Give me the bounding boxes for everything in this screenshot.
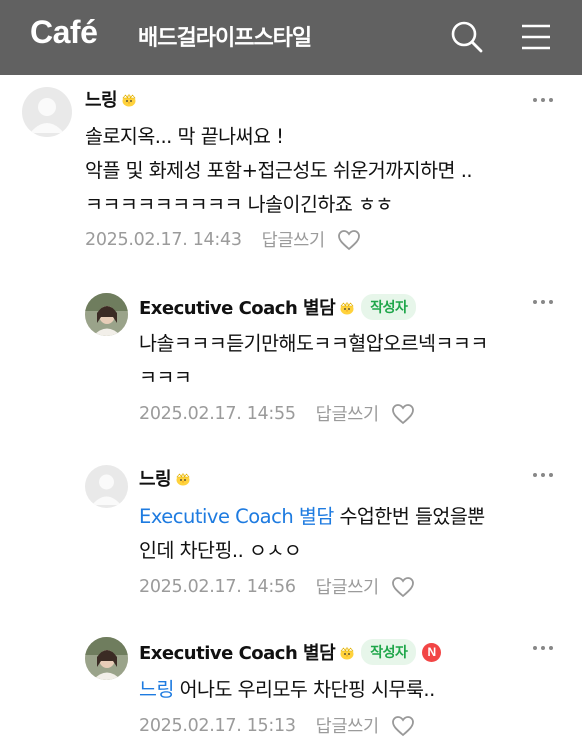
avatar[interactable]	[22, 87, 72, 137]
mention-link[interactable]: Executive Coach 별담	[139, 505, 334, 528]
hamburger-menu-icon	[522, 24, 550, 50]
reply-button[interactable]: 답글쓰기	[262, 227, 326, 252]
comment-line: Executive Coach 별담 수업한번 들었을뿐	[139, 500, 485, 534]
comment-text: 나솔ㅋㅋㅋ듣기만해도ㅋㅋ혈압오르넥ㅋㅋㅋ ㅋㅋㅋ	[139, 327, 488, 395]
comment-line-text: 수업한번 들었을뿐	[333, 505, 485, 528]
cafe-title[interactable]: 배드걸라이프스타일	[138, 20, 312, 52]
search-icon	[451, 21, 483, 53]
more-options-button[interactable]	[533, 300, 555, 306]
comment-date: 2025.02.17. 14:55	[139, 403, 296, 424]
comment-date: 2025.02.17. 14:43	[85, 229, 242, 250]
comment-text: 느링 어나도 우리모두 차단핑 시무룩..	[139, 673, 435, 707]
menu-button[interactable]	[516, 18, 556, 56]
reply-button[interactable]: 답글쓰기	[316, 401, 380, 426]
heart-icon[interactable]	[391, 403, 415, 425]
chick-level-icon	[176, 472, 190, 486]
comment-author[interactable]: 느링	[85, 86, 118, 112]
comment-line: 악플 및 화제성 포함+접근성도 쉬운거까지하면 ..	[85, 159, 473, 182]
comment-line: 인데 차단핑.. ㅇㅅㅇ	[139, 539, 302, 562]
comment-line: ㅋㅋㅋㅋㅋㅋㅋㅋㅋ 나솔이긴하죠 ㅎㅎ	[85, 193, 393, 216]
chick-level-icon	[122, 93, 136, 107]
app-header: Café 배드걸라이프스타일	[0, 0, 582, 75]
more-options-button[interactable]	[533, 98, 555, 104]
comment-author-row: Executive Coach 별담 작성자 N	[139, 639, 442, 665]
mention-link[interactable]: 느링	[139, 678, 174, 701]
comment-author-row: 느링	[85, 86, 137, 112]
more-options-button[interactable]	[533, 473, 555, 479]
avatar[interactable]	[85, 637, 128, 680]
reply-button[interactable]: 답글쓰기	[316, 574, 380, 599]
comment-author-row: 느링	[139, 465, 191, 491]
writer-badge: 작성자	[361, 639, 417, 665]
comment-line: 느링 어나도 우리모두 차단핑 시무룩..	[139, 673, 435, 707]
comment-author-row: Executive Coach 별담 작성자	[139, 294, 417, 320]
profile-photo	[85, 293, 128, 336]
profile-photo	[85, 637, 128, 680]
writer-badge: 작성자	[361, 294, 417, 320]
avatar[interactable]	[85, 465, 128, 508]
search-button[interactable]	[448, 18, 486, 56]
reply-button[interactable]: 답글쓰기	[316, 713, 380, 738]
heart-icon[interactable]	[391, 576, 415, 598]
chick-level-icon	[340, 646, 354, 660]
default-profile-icon	[30, 98, 64, 133]
more-options-button[interactable]	[533, 646, 555, 652]
avatar[interactable]	[85, 293, 128, 336]
comment-meta: 2025.02.17. 14:43 답글쓰기	[85, 227, 361, 252]
comment-line: 나솔ㅋㅋㅋ듣기만해도ㅋㅋ혈압오르넥ㅋㅋㅋ	[139, 332, 488, 355]
comment-date: 2025.02.17. 14:56	[139, 576, 296, 597]
default-profile-icon	[92, 474, 121, 505]
comment-line: 솔로지옥... 막 끝나써요 !	[85, 125, 284, 148]
comment-meta: 2025.02.17. 14:56 답글쓰기	[139, 574, 415, 599]
chick-level-icon	[340, 301, 354, 315]
heart-icon[interactable]	[337, 229, 361, 251]
comment-text: Executive Coach 별담 수업한번 들었을뿐 인데 차단핑.. ㅇㅅ…	[139, 500, 485, 568]
comment-meta: 2025.02.17. 14:55 답글쓰기	[139, 401, 415, 426]
comment-author[interactable]: Executive Coach 별담	[139, 639, 336, 665]
comment-line: ㅋㅋㅋ	[139, 366, 192, 389]
new-badge: N	[422, 642, 442, 662]
comment-text: 솔로지옥... 막 끝나써요 ! 악플 및 화제성 포함+접근성도 쉬운거까지하…	[85, 120, 473, 222]
comment-author[interactable]: 느링	[139, 465, 172, 491]
comment-date: 2025.02.17. 15:13	[139, 715, 296, 736]
comment-line-text: 어나도 우리모두 차단핑 시무룩..	[173, 678, 436, 701]
comment-author[interactable]: Executive Coach 별담	[139, 294, 336, 320]
cafe-logo[interactable]: Café	[30, 14, 98, 51]
comment-meta: 2025.02.17. 15:13 답글쓰기	[139, 713, 415, 738]
heart-icon[interactable]	[391, 715, 415, 737]
